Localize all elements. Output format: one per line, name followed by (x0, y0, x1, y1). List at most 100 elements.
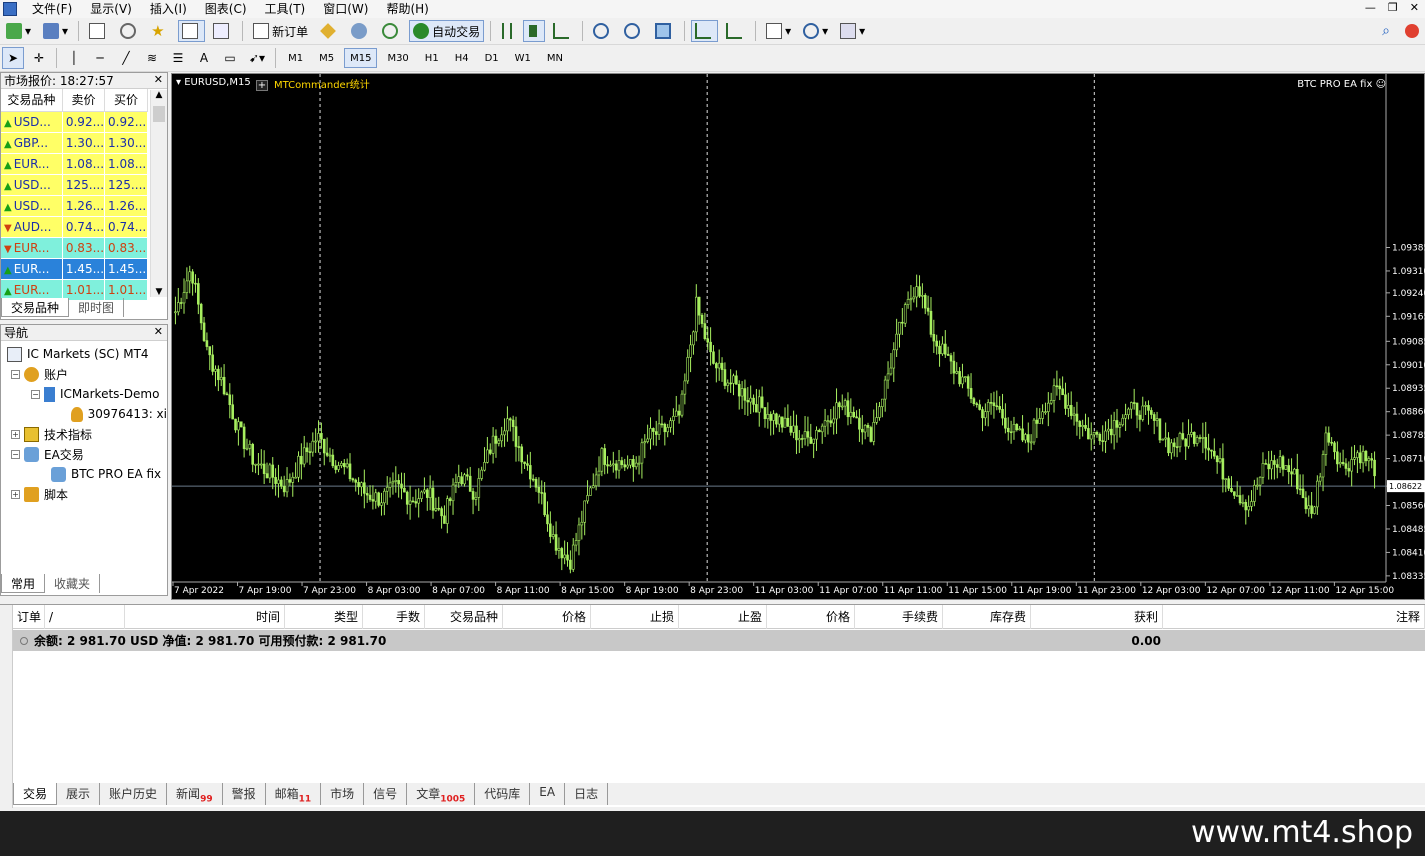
bar-chart-button[interactable] (497, 20, 519, 42)
expand-icon[interactable]: + (11, 429, 20, 439)
restore-icon[interactable]: ❐ (1388, 0, 1398, 16)
market-watch-row[interactable]: ▲ USD... 125.... 125.... (1, 174, 148, 196)
terminal-tab[interactable]: 代码库 (475, 783, 531, 805)
timeframe-h1[interactable]: H1 (419, 48, 445, 68)
data-window-button[interactable] (116, 20, 143, 42)
tree-experts[interactable]: − EA交易 (1, 444, 167, 464)
col-current-price[interactable]: 价格 (767, 605, 855, 629)
metaeditor-button[interactable] (316, 20, 343, 42)
col-symbol[interactable]: 交易品种 (1, 89, 63, 112)
timeframe-d1[interactable]: D1 (479, 48, 505, 68)
channel-tool[interactable]: ≋ (141, 47, 163, 69)
timeframe-m15[interactable]: M15 (344, 48, 378, 68)
col-sl[interactable]: 止损 (591, 605, 679, 629)
terminal-tab[interactable]: 文章1005 (407, 783, 476, 805)
market-watch-row[interactable]: ▲ EUR... 1.01... 1.01... (1, 279, 148, 301)
signals-button[interactable] (347, 20, 374, 42)
menu-window[interactable]: 窗口(W) (314, 0, 377, 18)
col-commission[interactable]: 手续费 (855, 605, 943, 629)
chart-window[interactable]: 1.09385 1.09310 1.09240 1.09165 1.09085 1.090… (171, 73, 1425, 600)
balance-row[interactable]: 余额: 2 981.70 USD 净值: 2 981.70 可用预付款: 2 9… (13, 630, 1425, 651)
menu-help[interactable]: 帮助(H) (377, 0, 437, 18)
text-tool[interactable]: A (193, 47, 215, 69)
terminal-tab[interactable]: 新闻99 (167, 783, 223, 805)
timeframe-m30[interactable]: M30 (381, 48, 414, 68)
market-watch-row[interactable]: ▼ EUR... 0.83... 0.83... (1, 237, 148, 259)
col-ask[interactable]: 买价 (104, 89, 148, 112)
candlestick-chart-button[interactable] (523, 20, 546, 42)
terminal-tab[interactable]: 邮箱11 (266, 783, 322, 805)
menu-tools[interactable]: 工具(T) (256, 0, 315, 18)
market-watch-row[interactable]: ▲ USD... 1.26... 1.26... (1, 195, 148, 217)
col-lots[interactable]: 手数 (363, 605, 425, 629)
new-chart-button[interactable]: ▾ (2, 20, 35, 42)
terminal-tab[interactable]: 账户历史 (100, 783, 168, 805)
vps-button[interactable] (378, 20, 405, 42)
autoscroll-button[interactable] (691, 20, 719, 42)
tree-expert-item[interactable]: BTC PRO EA fix (1, 464, 167, 484)
scroll-up-icon[interactable]: ▲ (151, 90, 167, 104)
market-watch-row[interactable]: ▲ GBP... 1.30... 1.30... (1, 132, 148, 154)
plus-icon[interactable]: + (256, 80, 268, 91)
timeframe-m5[interactable]: M5 (313, 48, 340, 68)
tab-symbols[interactable]: 交易品种 (1, 298, 70, 317)
terminal-tab[interactable]: 展示 (57, 783, 101, 805)
templates-button[interactable]: ▾ (836, 20, 869, 42)
auto-trading-button[interactable]: 自动交易 (409, 20, 485, 42)
col-sort[interactable]: / (45, 605, 125, 629)
close-icon[interactable]: ✕ (154, 325, 163, 338)
arrows-tool[interactable]: ➹▾ (245, 47, 269, 69)
tab-favorites[interactable]: 收藏夹 (45, 574, 101, 593)
col-profit[interactable]: 获利 (1031, 605, 1163, 629)
search-button[interactable]: ⌕ (1375, 20, 1397, 42)
new-order-button[interactable]: 新订单 (249, 20, 312, 42)
periods-button[interactable]: ▾ (799, 20, 832, 42)
col-order[interactable]: 订单 (13, 605, 45, 629)
terminal-tab[interactable]: 市场 (321, 783, 365, 805)
collapse-icon[interactable]: − (11, 369, 20, 379)
label-tool[interactable]: ▭ (219, 47, 241, 69)
market-watch-row[interactable]: ▲ EUR... 1.08... 1.08... (1, 153, 148, 175)
scroll-thumb[interactable] (153, 106, 165, 122)
tree-account-server[interactable]: − ICMarkets-Demo (1, 384, 167, 404)
notifications-button[interactable] (1401, 20, 1423, 42)
chart-shift-button[interactable] (722, 20, 749, 42)
tree-indicators[interactable]: + 技术指标 (1, 424, 167, 444)
timeframe-mn[interactable]: MN (541, 48, 569, 68)
close-icon[interactable]: ✕ (1410, 0, 1419, 16)
tree-scripts[interactable]: + 脚本 (1, 484, 167, 504)
scroll-down-icon[interactable]: ▼ (151, 287, 167, 297)
navigator-button[interactable]: ★ (147, 20, 174, 42)
market-watch-row[interactable]: ▲ EUR... 1.45... 1.45... (1, 258, 148, 280)
market-watch-row[interactable]: ▲ USD... 0.92... 0.92... (1, 111, 148, 133)
col-price[interactable]: 价格 (503, 605, 591, 629)
menu-view[interactable]: 显示(V) (81, 0, 141, 18)
expand-icon[interactable]: + (11, 489, 20, 499)
col-swap[interactable]: 库存费 (943, 605, 1031, 629)
col-time[interactable]: 时间 (125, 605, 285, 629)
tab-tick-chart[interactable]: 即时图 (69, 298, 125, 317)
col-symbol[interactable]: 交易品种 (425, 605, 503, 629)
horizontal-line-tool[interactable]: ─ (89, 47, 111, 69)
indicators-button[interactable]: ▾ (762, 20, 795, 42)
market-watch-row[interactable]: ▼ AUD... 0.74... 0.74... (1, 216, 148, 238)
zoom-in-button[interactable] (589, 20, 616, 42)
timeframe-m1[interactable]: M1 (282, 48, 309, 68)
crosshair-tool[interactable]: ✛ (28, 47, 50, 69)
tree-account-id[interactable]: 30976413: xi (1, 404, 167, 424)
terminal-tab[interactable]: 警报 (223, 783, 266, 805)
menu-charts[interactable]: 图表(C) (196, 0, 256, 18)
col-bid[interactable]: 卖价 (62, 89, 106, 112)
line-chart-button[interactable] (549, 20, 576, 42)
market-watch-button[interactable] (85, 20, 112, 42)
terminal-tab[interactable]: EA (530, 783, 566, 805)
price-chart[interactable]: 1.09385 1.09310 1.09240 1.09165 1.09085 1.090… (172, 74, 1425, 601)
strategy-tester-button[interactable] (209, 20, 236, 42)
vertical-line-tool[interactable]: │ (63, 47, 85, 69)
close-icon[interactable]: ✕ (154, 73, 163, 86)
minimize-icon[interactable]: — (1365, 0, 1376, 16)
col-tp[interactable]: 止盈 (679, 605, 767, 629)
menu-file[interactable]: 文件(F) (23, 0, 81, 18)
timeframe-h4[interactable]: H4 (449, 48, 475, 68)
collapse-icon[interactable]: − (31, 389, 40, 399)
